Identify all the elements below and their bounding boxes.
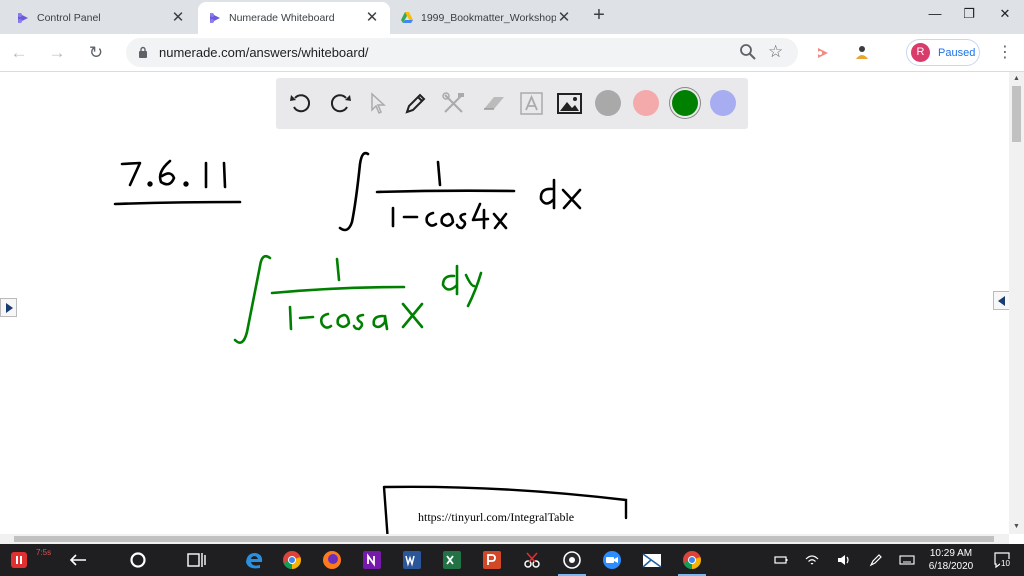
browser-tabstrip: Control Panel ✕ Numerade Whiteboard ✕ 19… xyxy=(0,0,1024,34)
close-window-icon[interactable]: ✕ xyxy=(994,4,1016,24)
tab-title: Numerade Whiteboard xyxy=(229,12,335,24)
keyboard-icon[interactable] xyxy=(899,552,915,568)
notification-count: 10 xyxy=(1000,559,1011,568)
close-tab-icon[interactable]: ✕ xyxy=(556,10,572,26)
tab-bookmatter[interactable]: 1999_Bookmatter_WorkshopC... ✕ xyxy=(390,2,582,34)
arrow-left-icon xyxy=(998,296,1005,306)
close-tab-icon[interactable]: ✕ xyxy=(170,10,186,26)
onenote-icon[interactable] xyxy=(360,548,384,572)
zoom-icon[interactable] xyxy=(600,548,624,572)
link-box-outline xyxy=(382,485,628,534)
recording-label: 7:5s xyxy=(36,548,52,557)
snipping-icon[interactable] xyxy=(520,548,544,572)
whiteboard-page[interactable]: https://tinyurl.com/IntegralTable xyxy=(0,72,1009,534)
powerpoint-icon[interactable] xyxy=(480,548,504,572)
clock-time: 10:29 AM xyxy=(929,548,973,559)
extension-person-icon[interactable] xyxy=(852,43,872,63)
google-drive-icon xyxy=(401,12,413,23)
battery-icon[interactable] xyxy=(773,552,789,568)
browser-toolbar: ← → ↻ numerade.com/answers/whiteboard/ ☆… xyxy=(0,34,1024,72)
worked-solution-ink xyxy=(233,254,483,344)
cortana-icon[interactable] xyxy=(126,548,150,572)
pen-tray-icon[interactable] xyxy=(868,552,884,568)
firefox-icon[interactable] xyxy=(320,548,344,572)
numerade-icon xyxy=(18,13,28,23)
close-tab-icon[interactable]: ✕ xyxy=(364,10,380,26)
left-panel-toggle[interactable] xyxy=(0,298,17,317)
numerade-icon xyxy=(210,13,220,23)
whiteboard-canvas[interactable] xyxy=(0,72,1009,534)
url-text: numerade.com/answers/whiteboard/ xyxy=(159,45,369,60)
lock-icon xyxy=(139,46,147,58)
horizontal-scrollbar[interactable] xyxy=(0,534,1009,544)
new-tab-button[interactable]: + xyxy=(588,4,610,26)
mail-icon[interactable] xyxy=(640,548,664,572)
scroll-thumb[interactable] xyxy=(1012,86,1021,142)
scroll-thumb[interactable] xyxy=(14,536,994,542)
avatar: R xyxy=(911,43,930,62)
chrome-icon[interactable] xyxy=(280,548,304,572)
profile-button[interactable]: R Paused xyxy=(906,39,980,66)
back-button[interactable]: ← xyxy=(7,41,31,65)
back-icon[interactable] xyxy=(66,548,90,572)
wifi-icon[interactable] xyxy=(804,552,820,568)
search-icon[interactable] xyxy=(739,43,757,61)
reload-button[interactable]: ↻ xyxy=(84,41,108,65)
scroll-up-icon[interactable]: ▲ xyxy=(1009,72,1024,86)
browser-menu-icon[interactable]: ⋮ xyxy=(995,41,1015,65)
recording-indicator-icon[interactable] xyxy=(8,548,32,572)
clock-date: 6/18/2020 xyxy=(928,561,974,572)
profile-status: Paused xyxy=(938,46,976,59)
chrome-icon[interactable] xyxy=(680,548,704,572)
excel-icon[interactable] xyxy=(440,548,464,572)
bookmark-star-icon[interactable]: ☆ xyxy=(768,41,783,63)
edge-icon[interactable] xyxy=(242,548,266,572)
task-view-icon[interactable] xyxy=(184,548,208,572)
tab-title: Control Panel xyxy=(37,12,101,24)
scroll-down-icon[interactable]: ▼ xyxy=(1009,520,1024,534)
tab-control-panel[interactable]: Control Panel ✕ xyxy=(6,2,196,34)
vertical-scrollbar[interactable]: ▲ ▼ xyxy=(1009,72,1024,534)
word-icon[interactable] xyxy=(400,548,424,572)
tab-numerade-whiteboard[interactable]: Numerade Whiteboard ✕ xyxy=(198,2,390,34)
restore-icon[interactable]: ❐ xyxy=(958,4,980,24)
screen: Control Panel ✕ Numerade Whiteboard ✕ 19… xyxy=(0,0,1024,576)
arrow-right-icon xyxy=(6,303,13,313)
right-panel-toggle[interactable] xyxy=(993,291,1009,310)
tab-title: 1999_Bookmatter_WorkshopC... xyxy=(421,12,556,24)
forward-button[interactable]: → xyxy=(45,41,69,65)
problem-number-ink xyxy=(113,151,582,232)
obs-icon[interactable] xyxy=(560,548,584,572)
integral-table-link[interactable]: https://tinyurl.com/IntegralTable xyxy=(418,510,574,525)
windows-taskbar: 7:5s 10:29 AM 6/18/2020 10 xyxy=(0,544,1024,576)
volume-icon[interactable] xyxy=(836,552,852,568)
clock[interactable]: 10:29 AM 6/18/2020 xyxy=(921,547,981,573)
minimize-icon[interactable]: — xyxy=(924,4,946,24)
extension-record-icon[interactable] xyxy=(813,43,833,63)
address-bar[interactable]: numerade.com/answers/whiteboard/ ☆ xyxy=(126,38,798,67)
